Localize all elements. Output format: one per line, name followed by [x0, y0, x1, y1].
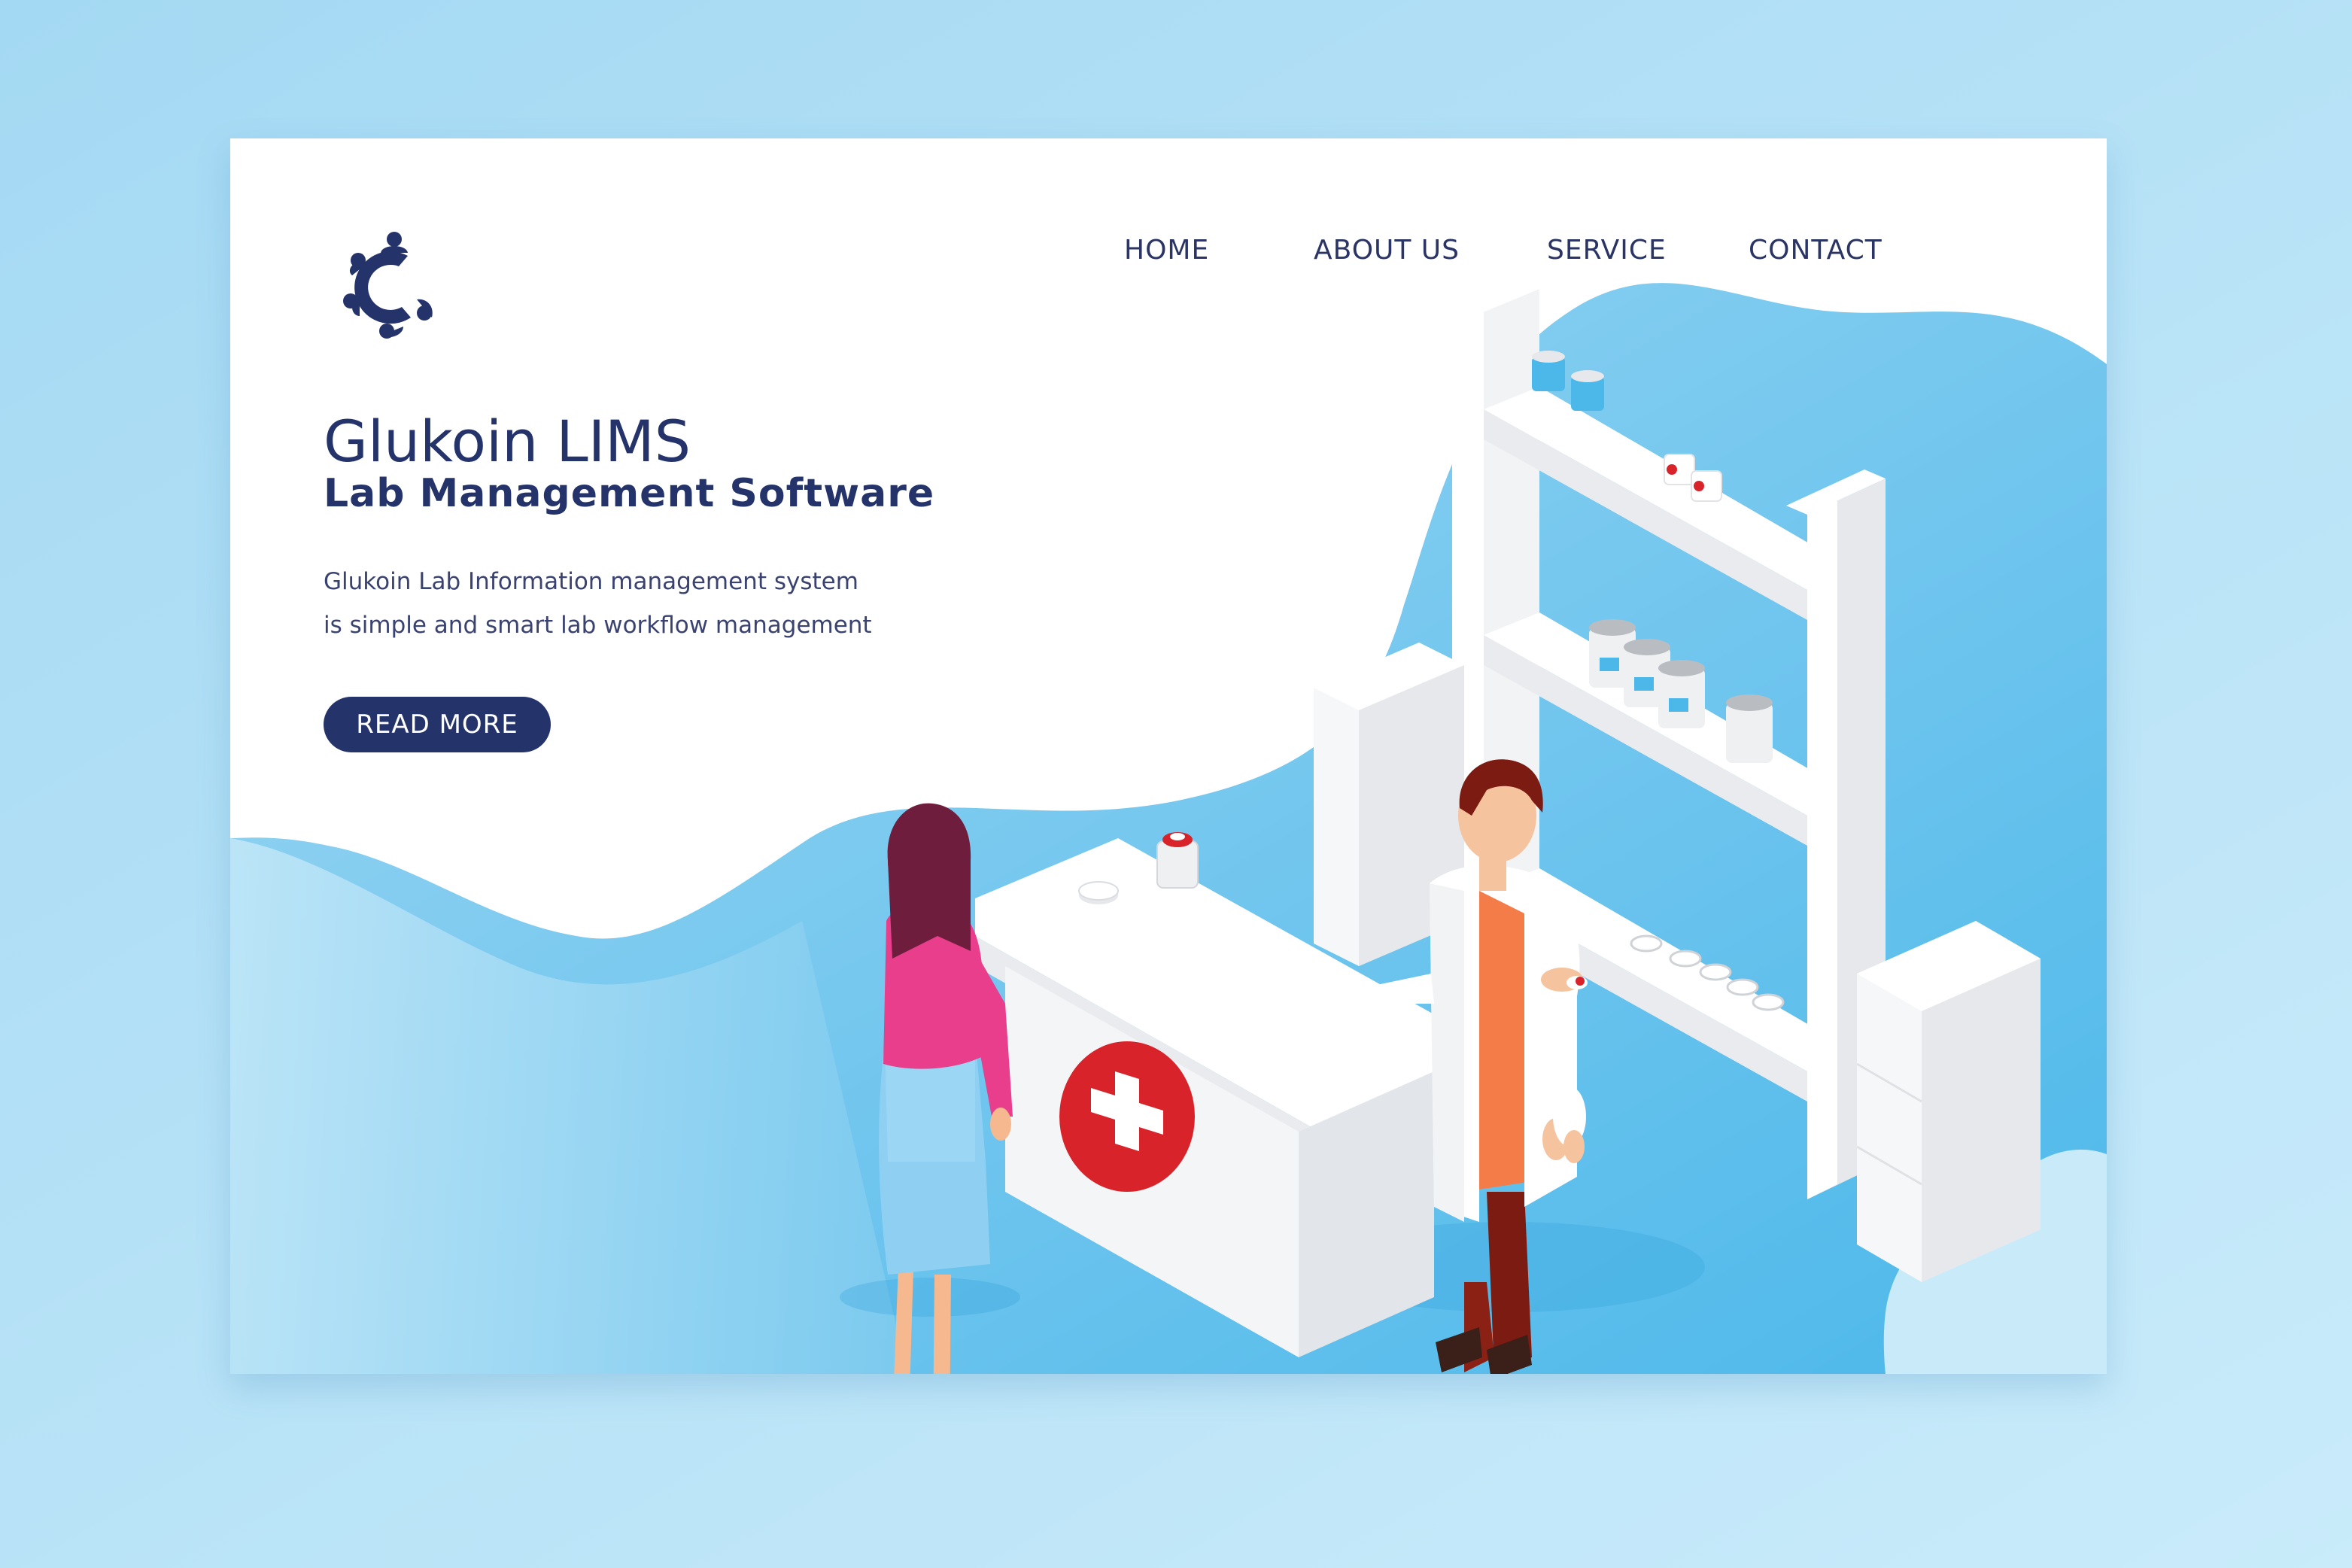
landing-page-card: HOME ABOUT US SERVICE CONTACT Glukoin LI…	[230, 138, 2107, 1374]
woman-shadow	[840, 1278, 1020, 1317]
lab-illustration	[840, 280, 2041, 1374]
drawer-cabinet-right	[1856, 921, 2041, 1282]
